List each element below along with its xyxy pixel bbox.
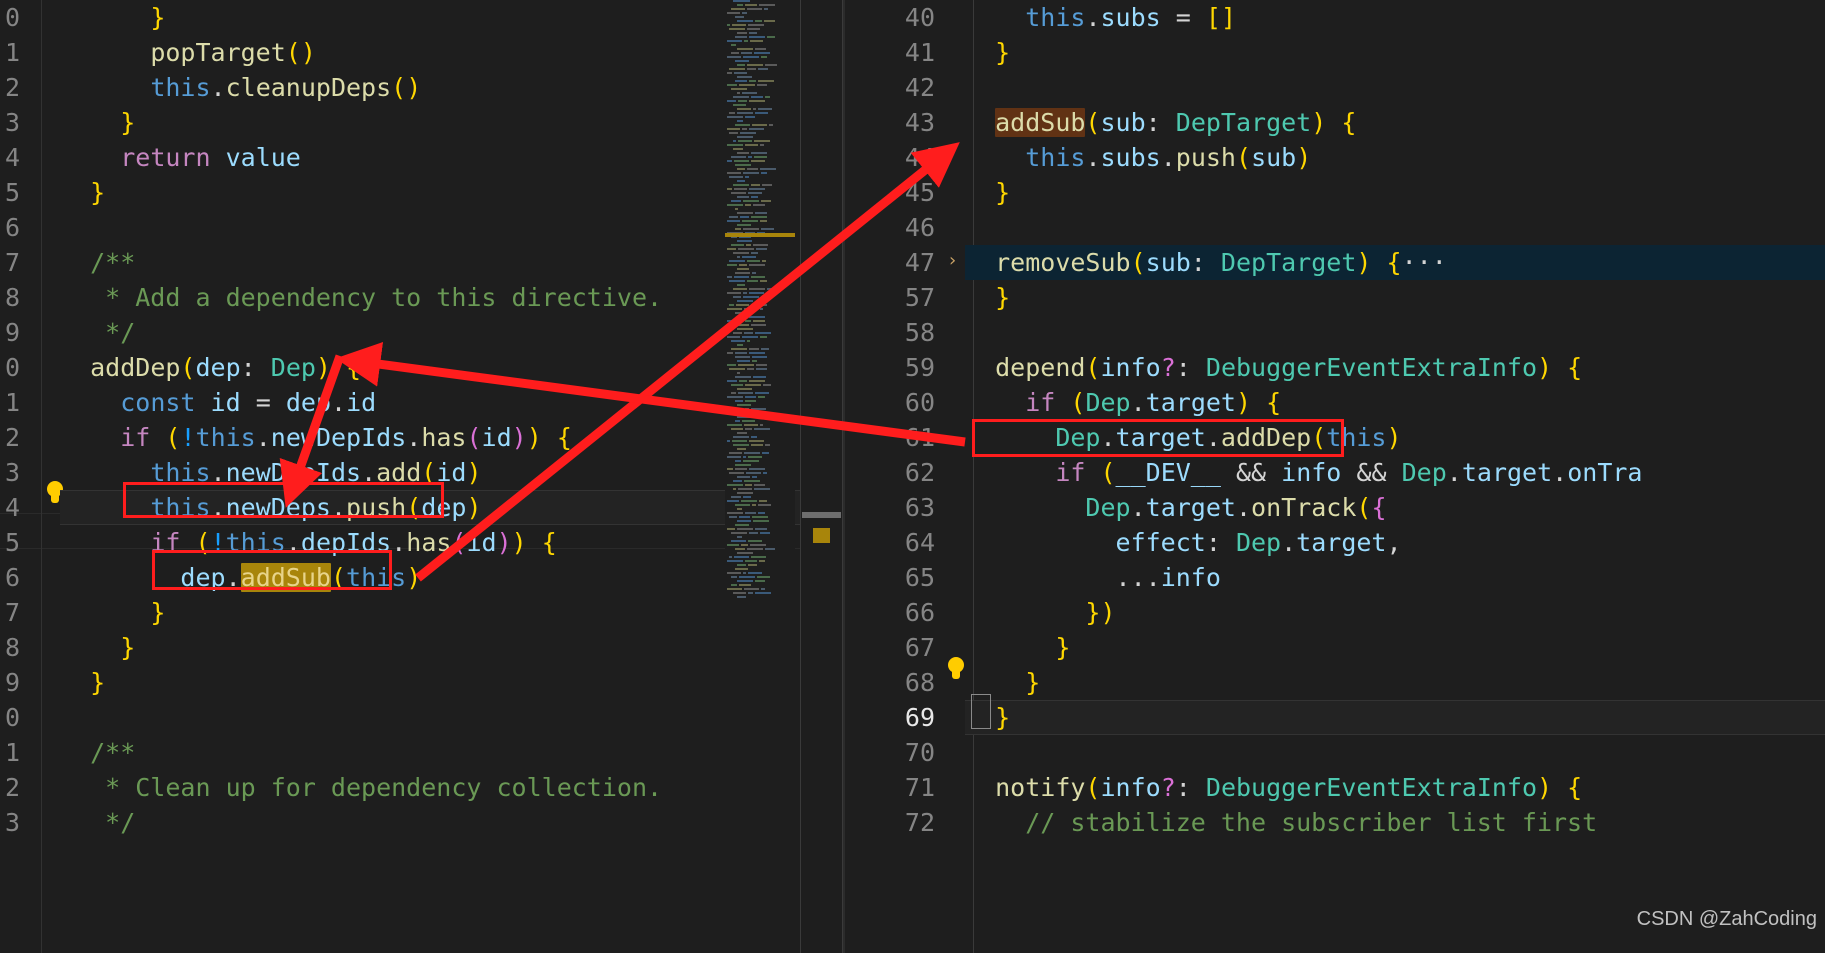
line-number[interactable]: 68 <box>845 665 945 700</box>
line-number[interactable]: 44 <box>845 140 945 175</box>
code-line[interactable]: }) <box>965 595 1825 630</box>
code-line[interactable]: } <box>965 665 1825 700</box>
scrollbar-thumb[interactable] <box>802 512 841 518</box>
right-gutter[interactable]: 40 41 42 43 44 45 46 47 57 58 59 60 61 62 63 64 65 66 67 68… <box>845 0 945 953</box>
right-editor-pane[interactable]: 40 41 42 43 44 45 46 47 57 58 59 60 61 62 63 64 65 66 67 68… <box>845 0 1825 953</box>
line-number[interactable]: 7 <box>0 245 30 280</box>
watermark: CSDN @ZahCoding <box>1636 908 1817 930</box>
line-number[interactable]: 63 <box>845 490 945 525</box>
line-number[interactable]: 5 <box>0 175 30 210</box>
line-number[interactable]: 1 <box>0 385 30 420</box>
code-line[interactable]: if (__DEV__ && info && Dep.target.onTra <box>965 455 1825 490</box>
line-number[interactable]: 60 <box>845 385 945 420</box>
code-line[interactable]: effect: Dep.target, <box>965 525 1825 560</box>
text-cursor <box>971 694 991 729</box>
line-number[interactable]: 69 <box>845 700 945 735</box>
code-line[interactable]: } <box>965 35 1825 70</box>
redbox-dep-target-adddep <box>972 419 1344 457</box>
code-line[interactable] <box>965 70 1825 105</box>
line-number[interactable]: 64 <box>845 525 945 560</box>
left-gutter[interactable]: 012345678901234567890123 <box>0 0 30 953</box>
line-number[interactable]: 47 <box>845 245 945 280</box>
code-line[interactable]: notify(info?: DebuggerEventExtraInfo) { <box>965 770 1825 805</box>
indent-guide <box>41 0 42 953</box>
code-line[interactable]: removeSub(sub: DepTarget) {··· <box>965 245 1825 280</box>
line-number[interactable]: 2 <box>0 420 30 455</box>
line-number[interactable]: 66 <box>845 595 945 630</box>
code-line[interactable]: depend(info?: DebuggerEventExtraInfo) { <box>965 350 1825 385</box>
redbox-dep-addsub <box>152 550 392 590</box>
code-line[interactable]: // stabilize the subscriber list first <box>965 805 1825 840</box>
line-number[interactable]: 72 <box>845 805 945 840</box>
line-number[interactable]: 40 <box>845 0 945 35</box>
line-number[interactable]: 5 <box>0 525 30 560</box>
code-line[interactable] <box>965 210 1825 245</box>
line-number[interactable]: 41 <box>845 35 945 70</box>
line-number[interactable]: 57 <box>845 280 945 315</box>
line-number[interactable]: 9 <box>0 665 30 700</box>
left-overview-ruler[interactable] <box>800 0 843 953</box>
right-code-content[interactable]: this.subs = [] } addSub(sub: DepTarget) … <box>965 0 1825 953</box>
line-number[interactable]: 2 <box>0 70 30 105</box>
line-number[interactable]: 3 <box>0 105 30 140</box>
line-number[interactable]: 62 <box>845 455 945 490</box>
line-number[interactable]: 7 <box>0 595 30 630</box>
line-number[interactable]: 4 <box>0 490 30 525</box>
code-line[interactable]: } <box>965 700 1825 735</box>
redbox-newdeps-push <box>123 482 444 518</box>
line-number[interactable]: 67 <box>845 630 945 665</box>
line-number[interactable]: 9 <box>0 315 30 350</box>
line-number[interactable]: 6 <box>0 210 30 245</box>
code-line[interactable]: } <box>965 630 1825 665</box>
minimap-match-marker <box>725 233 795 237</box>
line-number[interactable]: 0 <box>0 0 30 35</box>
line-number[interactable]: 58 <box>845 315 945 350</box>
line-number[interactable]: 65 <box>845 560 945 595</box>
editor-root: 012345678901234567890123 } popTarget() t… <box>0 0 1825 953</box>
left-editor-pane[interactable]: 012345678901234567890123 } popTarget() t… <box>0 0 843 953</box>
code-line[interactable]: if (Dep.target) { <box>965 385 1825 420</box>
line-number[interactable]: 0 <box>0 700 30 735</box>
code-line[interactable]: Dep.target.onTrack({ <box>965 490 1825 525</box>
quick-fix-lightbulb-icon[interactable] <box>945 657 967 683</box>
line-number[interactable]: 4 <box>0 140 30 175</box>
line-number[interactable]: 45 <box>845 175 945 210</box>
line-number[interactable]: 0 <box>0 350 30 385</box>
line-number[interactable]: 71 <box>845 770 945 805</box>
code-line[interactable]: this.subs = [] <box>965 0 1825 35</box>
line-number[interactable]: 59 <box>845 350 945 385</box>
line-number[interactable]: 3 <box>0 455 30 490</box>
code-line[interactable]: } <box>965 175 1825 210</box>
line-number[interactable]: 42 <box>845 70 945 105</box>
code-line[interactable]: ...info <box>965 560 1825 595</box>
fold-chevron-icon[interactable]: › <box>947 250 958 271</box>
code-line[interactable]: } <box>965 280 1825 315</box>
line-number[interactable]: 1 <box>0 735 30 770</box>
code-line[interactable] <box>965 735 1825 770</box>
overview-match-marker <box>813 528 830 543</box>
line-number[interactable]: 43 <box>845 105 945 140</box>
line-number[interactable]: 6 <box>0 560 30 595</box>
line-number[interactable]: 2 <box>0 770 30 805</box>
line-number[interactable]: 70 <box>845 735 945 770</box>
left-minimap[interactable] <box>725 0 795 953</box>
code-line[interactable]: this.subs.push(sub) <box>965 140 1825 175</box>
line-number[interactable]: 1 <box>0 35 30 70</box>
line-number[interactable]: 8 <box>0 280 30 315</box>
line-number[interactable]: 8 <box>0 630 30 665</box>
line-number[interactable]: 3 <box>0 805 30 840</box>
line-number[interactable]: 61 <box>845 420 945 455</box>
line-number[interactable]: 46 <box>845 210 945 245</box>
code-line[interactable]: addSub(sub: DepTarget) { <box>965 105 1825 140</box>
code-line[interactable] <box>965 315 1825 350</box>
